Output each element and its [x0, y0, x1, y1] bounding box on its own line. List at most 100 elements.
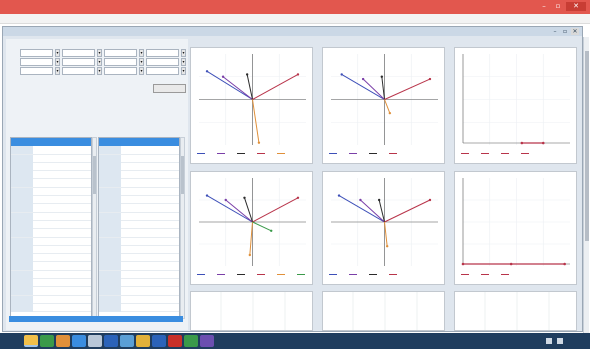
plot-phasor-3[interactable]	[190, 171, 313, 285]
menu-item-3[interactable]	[39, 15, 46, 22]
maximize-button[interactable]: ▫	[552, 2, 564, 11]
plot-trace-2[interactable]	[454, 171, 577, 285]
plot-empty-3[interactable]	[454, 291, 577, 331]
scroll-thumb[interactable]	[585, 51, 589, 241]
child-close-button[interactable]: ✕	[571, 28, 579, 35]
plot-area-scrollbar[interactable]	[583, 37, 589, 333]
table-row[interactable]	[11, 187, 91, 197]
network-icon[interactable]	[546, 338, 552, 344]
parameter-field[interactable]	[104, 58, 137, 66]
table-row[interactable]	[11, 229, 91, 238]
table-row[interactable]	[11, 295, 91, 304]
table-row[interactable]	[99, 270, 179, 280]
table-row[interactable]	[99, 279, 179, 288]
menu-item-2[interactable]	[23, 15, 30, 22]
parameter-field[interactable]	[20, 67, 53, 75]
table-row[interactable]	[11, 254, 91, 263]
minimize-button[interactable]: –	[538, 2, 550, 11]
table-row[interactable]	[99, 295, 179, 304]
table-row[interactable]	[99, 146, 179, 155]
parameter-field[interactable]	[146, 67, 179, 75]
start-button[interactable]	[5, 336, 16, 346]
table-row[interactable]	[11, 196, 91, 205]
table-row[interactable]	[99, 254, 179, 263]
plot-empty-1[interactable]	[190, 291, 313, 331]
folder-icon[interactable]	[88, 335, 102, 347]
spin-button[interactable]: ▾	[139, 67, 144, 75]
spin-button[interactable]: ▾	[181, 49, 186, 57]
parameter-field[interactable]	[146, 58, 179, 66]
table-row[interactable]	[11, 179, 91, 188]
spin-button[interactable]: ▾	[181, 67, 186, 75]
app-icon[interactable]	[136, 335, 150, 347]
table-header-row[interactable]	[99, 138, 179, 147]
table-row[interactable]	[11, 262, 91, 271]
plot-phasor-4[interactable]	[322, 171, 445, 285]
table-left-scrollbar[interactable]	[92, 137, 97, 319]
table-row[interactable]	[11, 287, 91, 296]
table-row[interactable]	[11, 279, 91, 288]
app-icon[interactable]	[152, 335, 166, 347]
table-row[interactable]	[11, 146, 91, 155]
table-row[interactable]	[11, 212, 91, 221]
spin-button[interactable]: ▾	[97, 58, 102, 66]
measurement-2-selected-row[interactable]	[9, 316, 183, 322]
scroll-thumb[interactable]	[181, 156, 184, 194]
table-row[interactable]	[11, 171, 91, 180]
table-row[interactable]	[11, 303, 91, 313]
table-row[interactable]	[99, 262, 179, 271]
table-row[interactable]	[99, 171, 179, 180]
app-icon[interactable]	[72, 335, 86, 347]
table-row[interactable]	[99, 303, 179, 313]
table-row[interactable]	[11, 162, 91, 172]
parameter-field[interactable]	[146, 49, 179, 57]
child-minimize-button[interactable]: –	[551, 28, 559, 35]
table-row[interactable]	[11, 237, 91, 246]
word-icon[interactable]	[104, 335, 118, 347]
parameter-field[interactable]	[20, 58, 53, 66]
table-row[interactable]	[99, 204, 179, 213]
plot-phasor-2[interactable]	[322, 47, 445, 164]
table-row[interactable]	[99, 196, 179, 205]
app-icon[interactable]	[184, 335, 198, 347]
pdf-icon[interactable]	[168, 335, 182, 347]
child-maximize-button[interactable]: ▫	[561, 28, 569, 35]
calculate-button[interactable]	[153, 83, 186, 93]
spin-button[interactable]: ▾	[55, 49, 60, 57]
parameter-field[interactable]	[62, 49, 95, 57]
spin-button[interactable]: ▾	[97, 67, 102, 75]
table-row[interactable]	[11, 154, 91, 163]
parameter-field[interactable]	[20, 49, 53, 57]
table-row[interactable]	[11, 204, 91, 213]
parameter-field[interactable]	[62, 58, 95, 66]
spin-button[interactable]: ▾	[97, 49, 102, 57]
spin-button[interactable]: ▾	[139, 49, 144, 57]
spin-button[interactable]: ▾	[139, 58, 144, 66]
table-row[interactable]	[99, 229, 179, 238]
volume-icon[interactable]	[557, 338, 563, 344]
plot-empty-2[interactable]	[322, 291, 445, 331]
table-row[interactable]	[99, 245, 179, 255]
table-header-row[interactable]	[11, 138, 91, 147]
spin-button[interactable]: ▾	[55, 58, 60, 66]
table-row[interactable]	[99, 162, 179, 172]
close-button[interactable]: ✕	[566, 2, 586, 11]
plot-trace-1[interactable]	[454, 47, 577, 164]
spin-button[interactable]: ▾	[55, 67, 60, 75]
menu-item-1[interactable]	[7, 15, 14, 22]
parameter-field[interactable]	[104, 67, 137, 75]
table-row[interactable]	[99, 220, 179, 230]
scroll-thumb[interactable]	[93, 156, 96, 194]
app-icon[interactable]	[120, 335, 134, 347]
browser-icon[interactable]	[40, 335, 54, 347]
table-row[interactable]	[99, 287, 179, 296]
table-row[interactable]	[11, 270, 91, 280]
table-row[interactable]	[99, 179, 179, 188]
table-row[interactable]	[99, 187, 179, 197]
media-icon[interactable]	[56, 335, 70, 347]
parameter-field[interactable]	[62, 67, 95, 75]
table-right-scrollbar[interactable]	[180, 137, 185, 319]
table-row[interactable]	[11, 220, 91, 230]
parameter-field[interactable]	[104, 49, 137, 57]
clock[interactable]	[568, 336, 584, 346]
